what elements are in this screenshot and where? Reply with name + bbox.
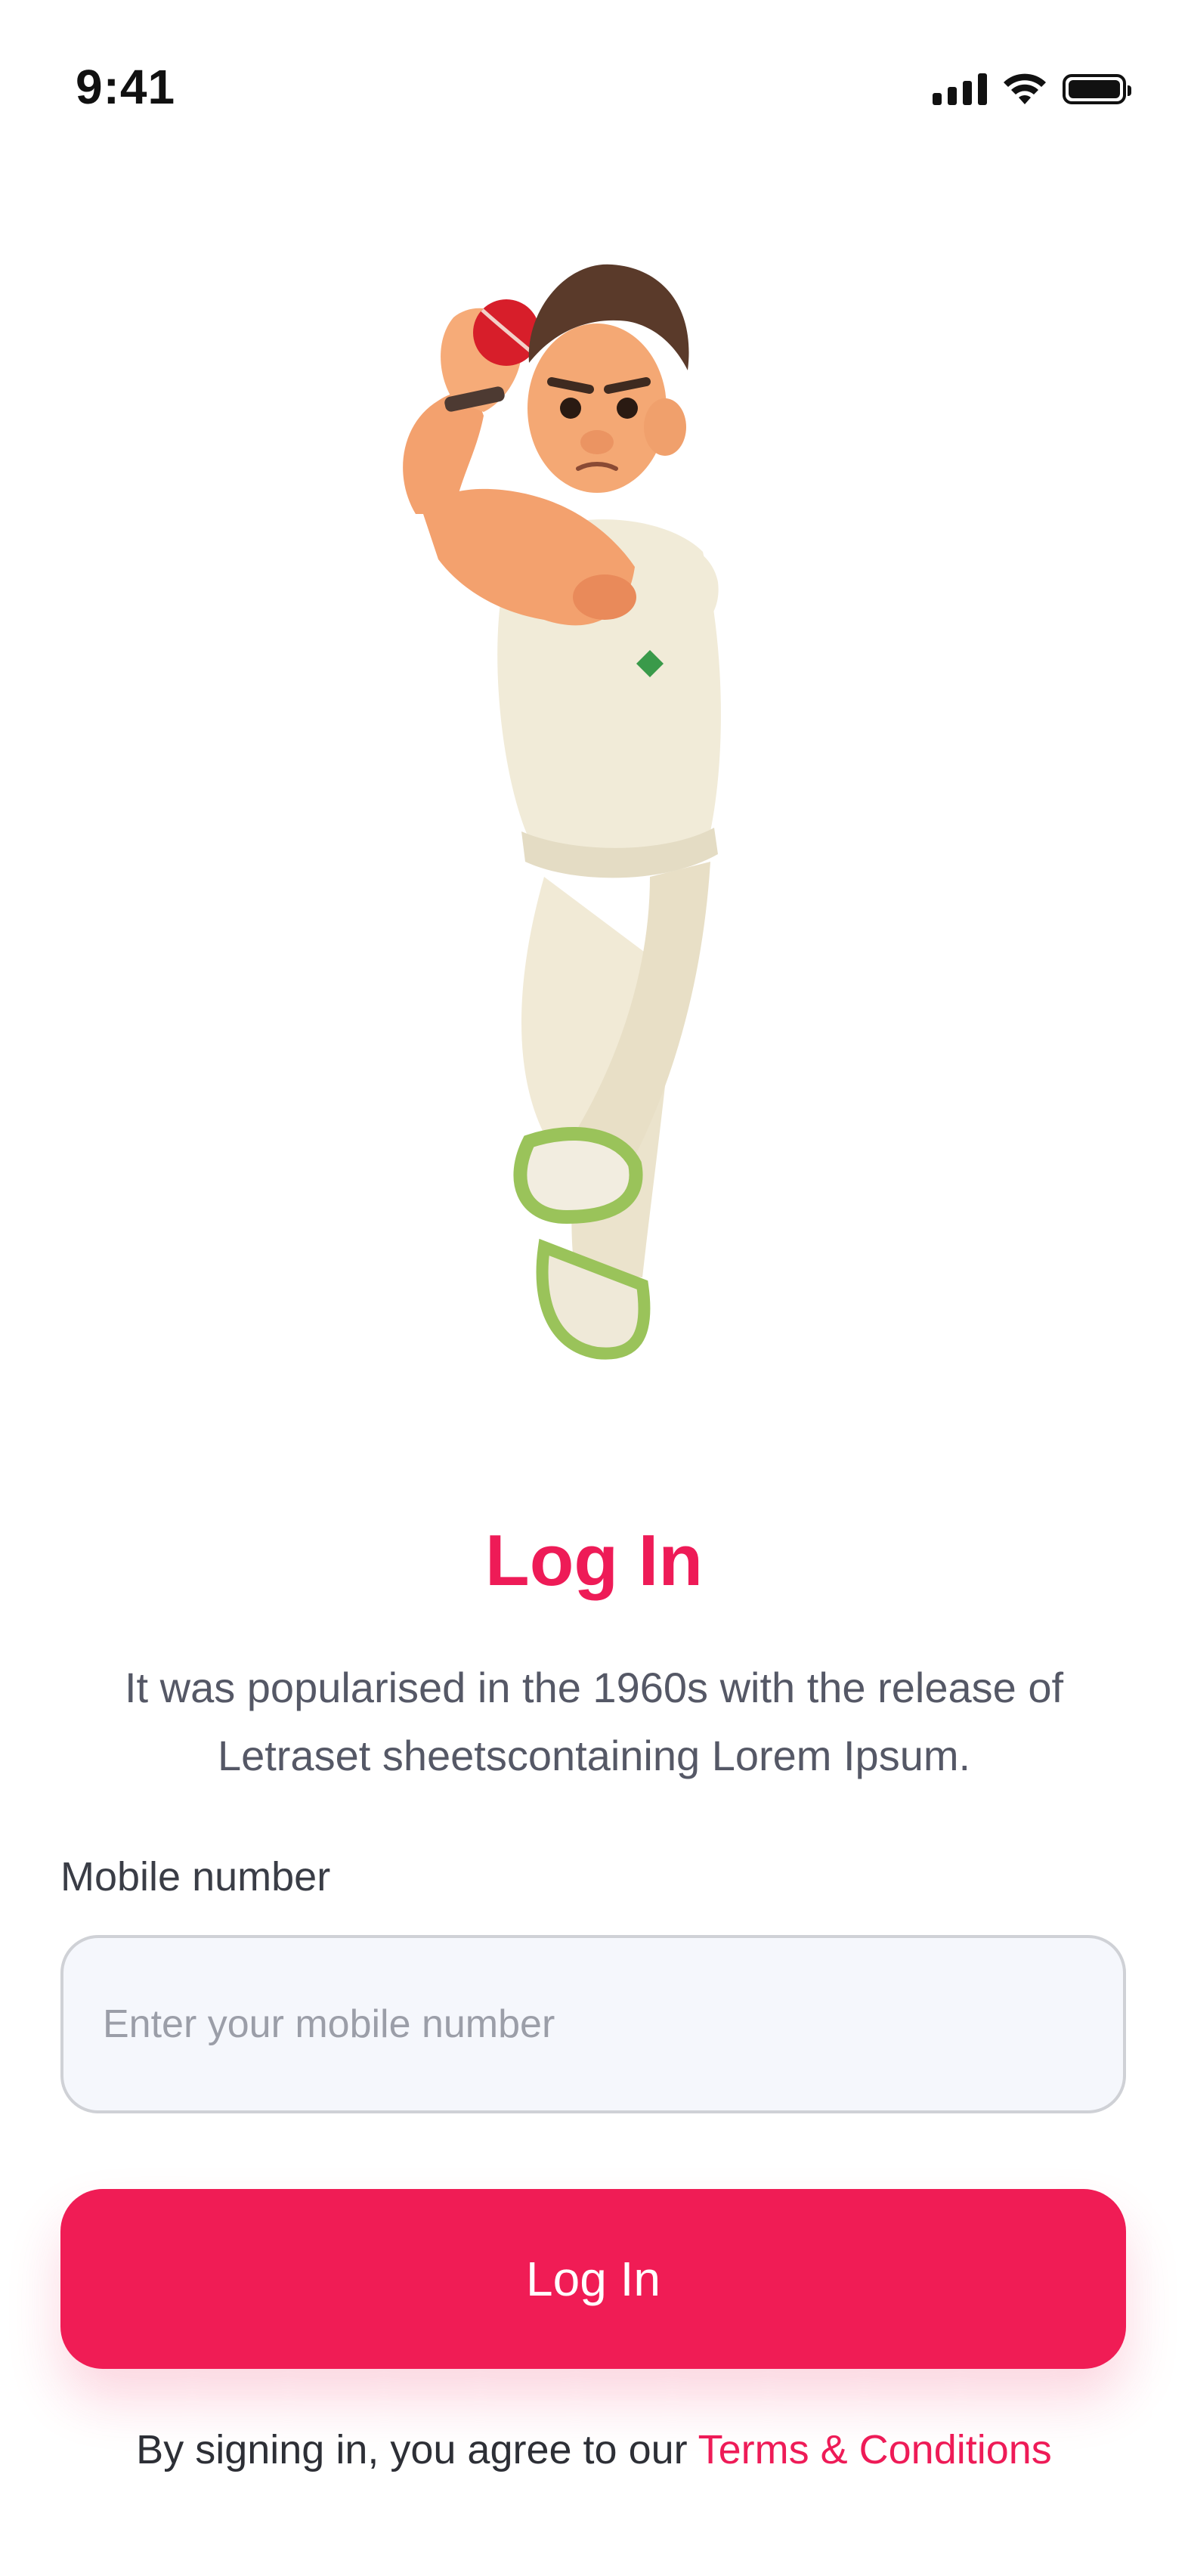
cellular-signal-icon [933,73,987,105]
terms-notice: By signing in, you agree to our Terms & C… [0,2426,1188,2473]
terms-conditions-link[interactable]: Terms & Conditions [698,2427,1052,2472]
status-time: 9:41 [76,60,176,114]
wifi-icon [1004,73,1046,104]
login-button[interactable]: Log In [60,2189,1126,2369]
status-icons [933,73,1131,106]
page-title: Log In [485,1520,703,1601]
battery-icon [1063,74,1131,104]
mobile-number-label: Mobile number [60,1854,331,1899]
page-subtitle: It was popularised in the 1960s with the… [124,1664,1064,1779]
terms-prefix: By signing in, you agree to our [136,2427,688,2472]
cricket-bowler-illustration [403,264,721,1360]
mobile-number-input[interactable] [60,1935,1126,2113]
